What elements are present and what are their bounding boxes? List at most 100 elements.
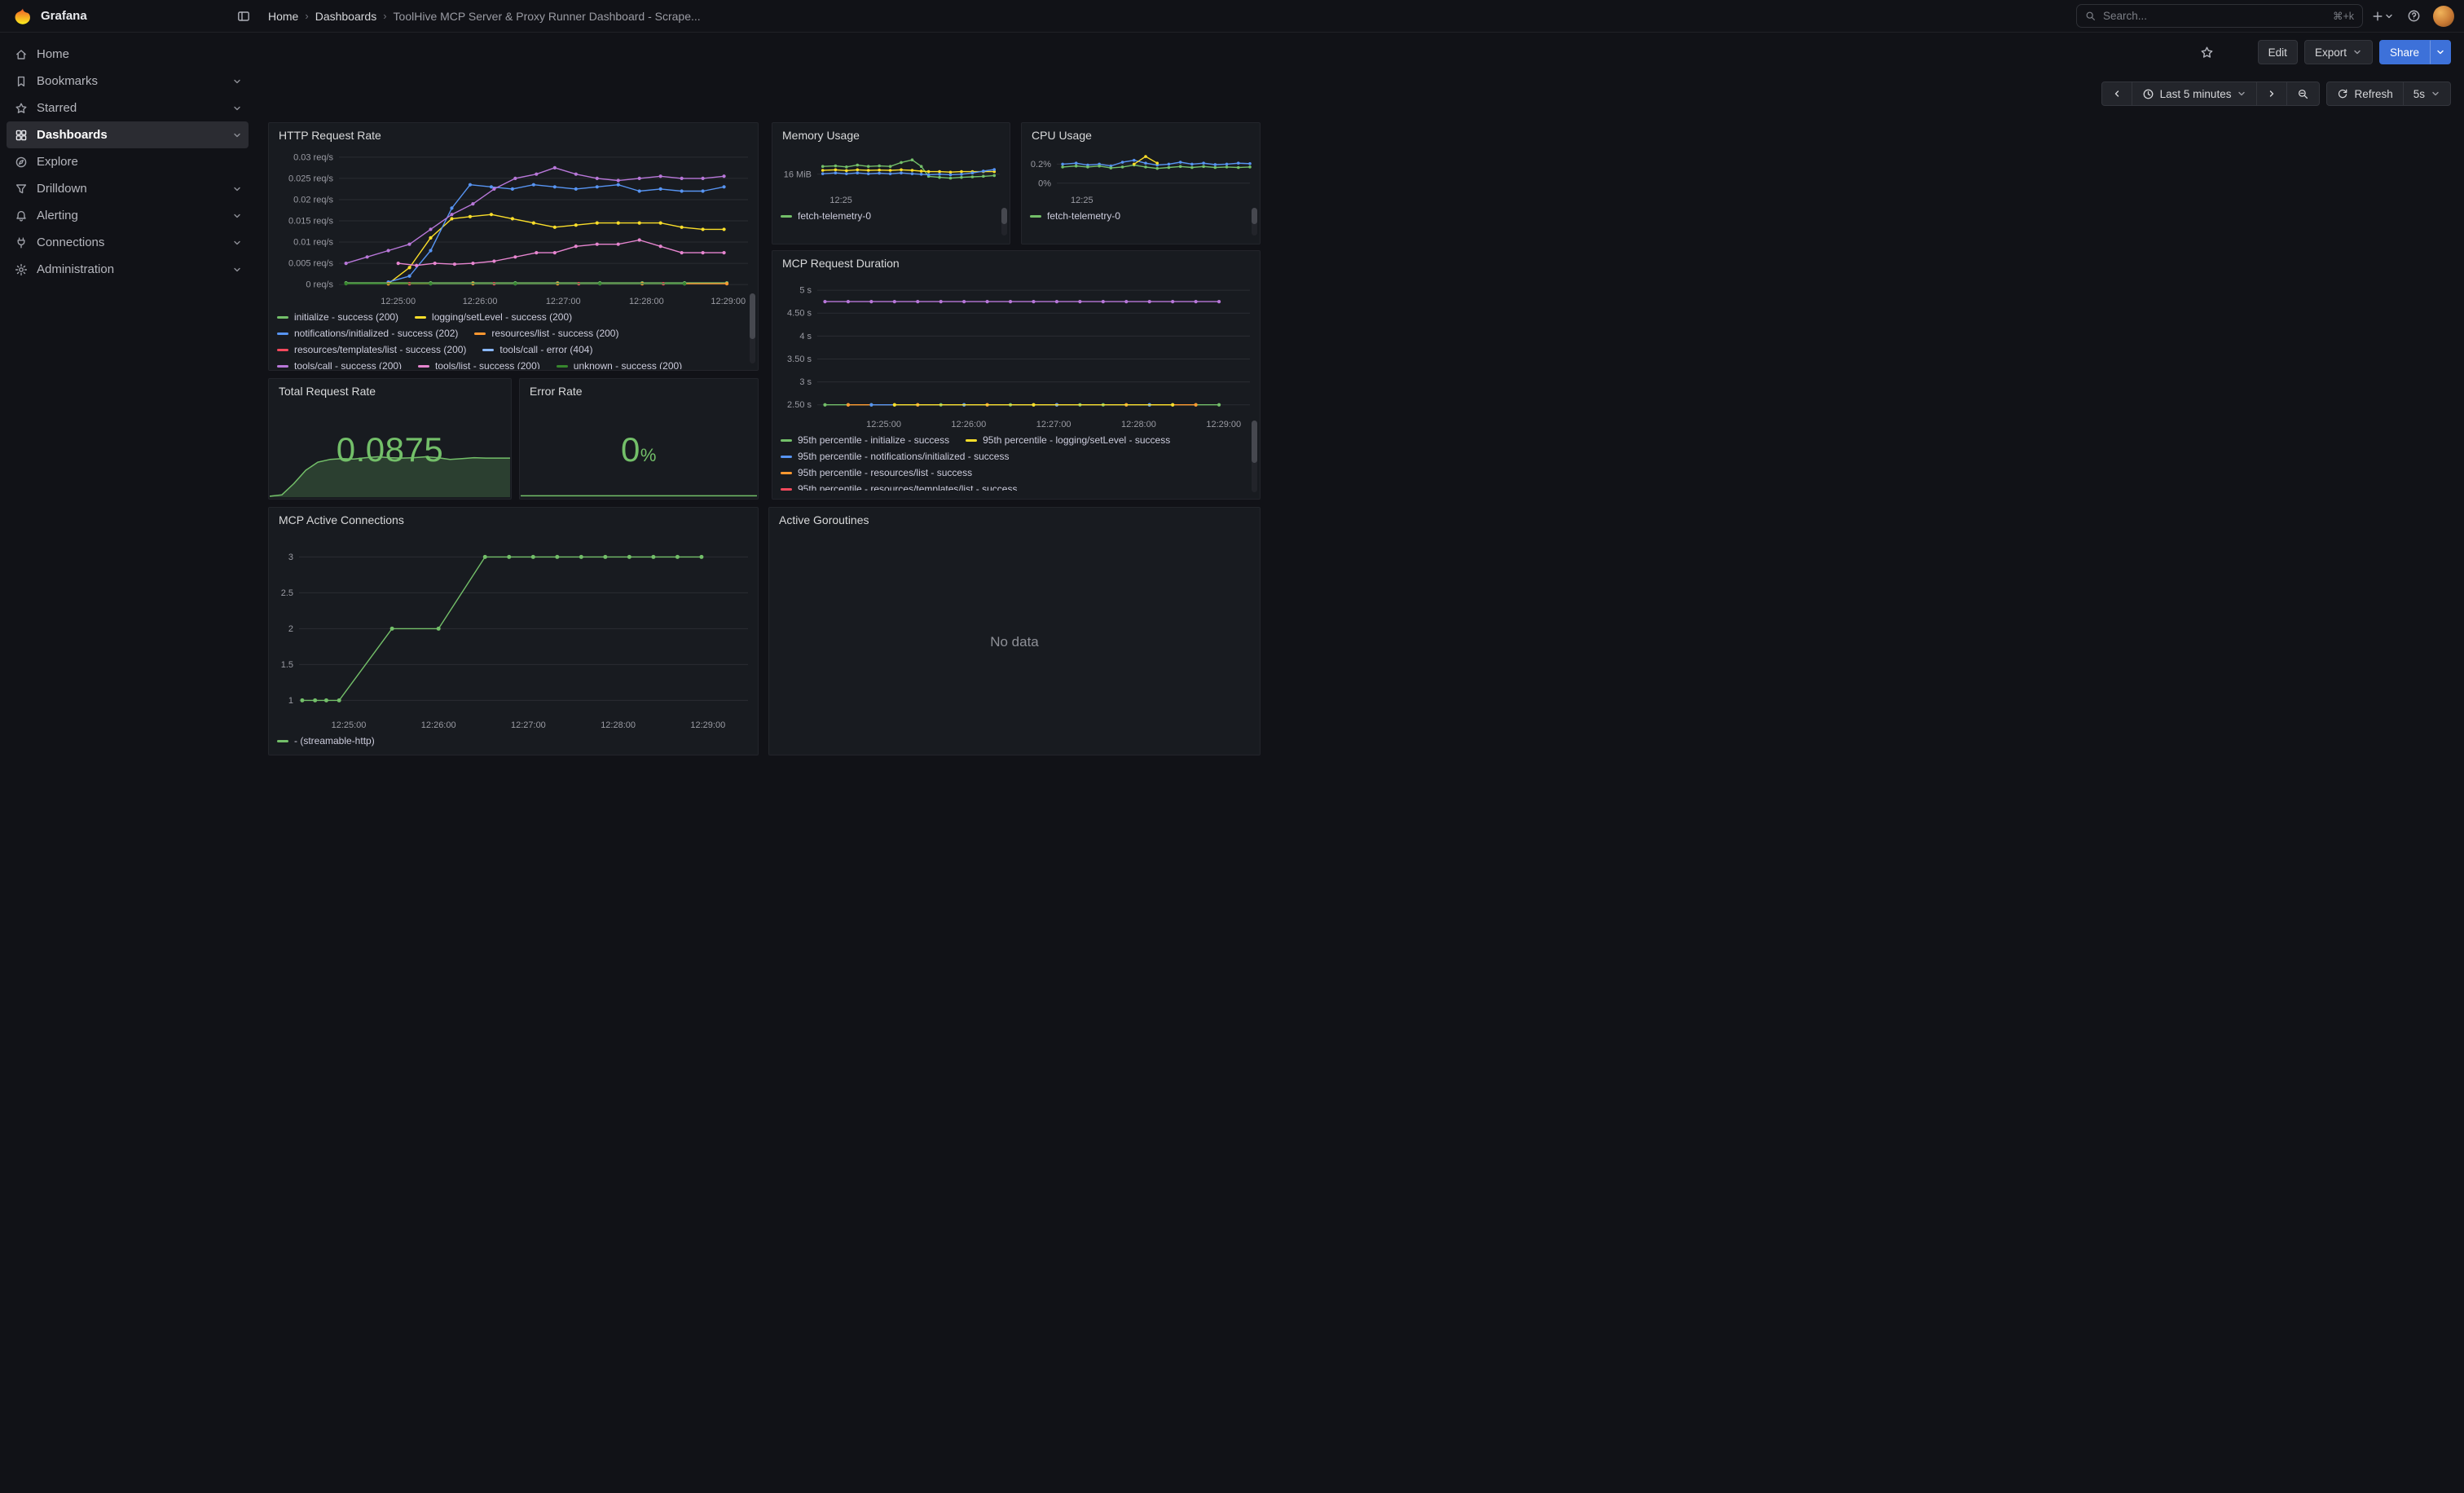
zoom-out-button[interactable] (2286, 81, 2320, 106)
svg-text:0%: 0% (1038, 178, 1051, 188)
help-button[interactable] (2402, 5, 2425, 28)
edit-button[interactable]: Edit (2258, 40, 2298, 64)
sidebar-item-connections[interactable]: Connections (7, 229, 249, 256)
sidebar-item-bookmarks[interactable]: Bookmarks (7, 68, 249, 95)
brand-name: Grafana (41, 9, 87, 23)
sidebar-item-label: Administration (37, 262, 114, 276)
legend-item[interactable]: initialize - success (200) (277, 311, 398, 323)
new-menu-button[interactable] (2371, 5, 2394, 28)
legend-item[interactable]: tools/list - success (200) (418, 360, 540, 369)
legend-scrollbar[interactable] (750, 293, 755, 363)
chevron-down-icon[interactable] (232, 184, 242, 194)
legend-series-marker (277, 333, 288, 335)
legend-item[interactable]: 95th percentile - resources/templates/li… (781, 483, 1017, 491)
mcp-active-connections-chart[interactable]: 11.522.5312:25:0012:26:0012:27:0012:28:0… (274, 531, 753, 731)
question-icon (2407, 9, 2421, 23)
legend-item[interactable]: 95th percentile - initialize - success (781, 434, 949, 446)
sidebar-item-label: Drilldown (37, 182, 87, 196)
sidebar-item-dashboards[interactable]: Dashboards (7, 121, 249, 148)
panel-title[interactable]: HTTP Request Rate (269, 123, 758, 146)
memory-usage-chart[interactable]: 16 MiB12:25 (777, 146, 1005, 206)
bookmark-icon (15, 75, 28, 88)
chevron-down-icon[interactable] (232, 103, 242, 113)
refresh-button[interactable]: Refresh (2326, 81, 2403, 106)
sidebar-item-administration[interactable]: Administration (7, 256, 249, 283)
legend-series-marker (1030, 215, 1041, 218)
chart-legend: fetch-telemetry-0 (1022, 206, 1260, 239)
refresh-interval-picker[interactable]: 5s (2403, 81, 2451, 106)
panel-title[interactable]: MCP Active Connections (269, 508, 758, 531)
home-icon (15, 48, 28, 61)
chevron-down-icon[interactable] (232, 77, 242, 86)
time-range-picker[interactable]: Last 5 minutes (2132, 81, 2258, 106)
panel-title[interactable]: Active Goroutines (769, 508, 1260, 531)
zoom-out-icon (2297, 88, 2309, 100)
legend-row: 95th percentile - resources/list - succe… (772, 465, 1260, 481)
star-icon (15, 102, 28, 115)
gear-icon (15, 263, 28, 276)
legend-scrollbar[interactable] (1252, 208, 1257, 236)
legend-scrollbar[interactable] (1001, 208, 1007, 236)
grafana-logo-icon[interactable] (13, 5, 33, 28)
svg-text:1.5: 1.5 (281, 660, 293, 670)
share-button[interactable]: Share (2379, 40, 2430, 64)
panel-title[interactable]: Total Request Rate (269, 379, 511, 402)
legend-series-label: initialize - success (200) (294, 311, 398, 323)
export-button[interactable]: Export (2304, 40, 2373, 64)
legend-row: fetch-telemetry-0 (772, 208, 1010, 224)
search-input[interactable]: Search... ⌘+k (2076, 4, 2363, 28)
sidebar-item-starred[interactable]: Starred (7, 95, 249, 121)
legend-item[interactable]: resources/templates/list - success (200) (277, 344, 466, 355)
legend-item[interactable]: tools/call - error (404) (482, 344, 592, 355)
legend-item[interactable]: notifications/initialized - success (202… (277, 328, 458, 339)
http-request-rate-chart[interactable]: 0 req/s0.005 req/s0.01 req/s0.015 req/s0… (274, 146, 753, 307)
panel-title[interactable]: Error Rate (520, 379, 758, 402)
panel-mcp-request-duration: MCP Request Duration 2.50 s3 s3.50 s4 s4… (772, 250, 1261, 500)
legend-series-marker (277, 349, 288, 351)
chevron-down-icon[interactable] (232, 265, 242, 275)
time-range-group: Last 5 minutes (2101, 81, 2321, 106)
chevron-down-icon[interactable] (232, 130, 242, 140)
legend-series-label: tools/list - success (200) (435, 360, 540, 369)
avatar[interactable] (2433, 6, 2454, 27)
breadcrumb-separator: › (305, 10, 308, 22)
svg-text:12:29:00: 12:29:00 (711, 297, 746, 306)
chevron-left-icon (2112, 89, 2122, 99)
breadcrumb-home[interactable]: Home (268, 10, 298, 23)
panel-title[interactable]: MCP Request Duration (772, 251, 1260, 274)
breadcrumb-dashboards[interactable]: Dashboards (315, 10, 377, 23)
plus-icon (2371, 10, 2384, 23)
legend-item[interactable]: fetch-telemetry-0 (1030, 210, 1120, 222)
legend-item[interactable]: 95th percentile - resources/list - succe… (781, 467, 972, 478)
time-forward-button[interactable] (2256, 81, 2287, 106)
sidebar-item-alerting[interactable]: Alerting (7, 202, 249, 229)
sidebar-item-label: Home (37, 47, 69, 61)
sidebar-item-explore[interactable]: Explore (7, 148, 249, 175)
panel-title[interactable]: CPU Usage (1022, 123, 1260, 146)
mcp-request-duration-chart[interactable]: 2.50 s3 s3.50 s4 s4.50 s5 s12:25:0012:26… (777, 274, 1255, 430)
panel-title[interactable]: Memory Usage (772, 123, 1010, 146)
legend-item[interactable]: unknown - success (200) (557, 360, 682, 369)
svg-text:12:26:00: 12:26:00 (463, 297, 498, 306)
legend-item[interactable]: 95th percentile - notifications/initiali… (781, 451, 1009, 462)
svg-text:0.02 req/s: 0.02 req/s (293, 195, 333, 205)
svg-text:12:25: 12:25 (829, 196, 852, 205)
dock-sidebar-icon[interactable] (232, 5, 255, 28)
legend-item[interactable]: resources/list - success (200) (474, 328, 618, 339)
star-dashboard-button[interactable] (2196, 41, 2219, 64)
chevron-down-icon[interactable] (232, 238, 242, 248)
sidebar-item-drilldown[interactable]: Drilldown (7, 175, 249, 202)
svg-text:12:25:00: 12:25:00 (381, 297, 416, 306)
cpu-usage-chart[interactable]: 0%0.2%12:25 (1027, 146, 1255, 206)
share-menu-button[interactable] (2430, 40, 2451, 64)
svg-text:0 req/s: 0 req/s (306, 280, 333, 290)
legend-item[interactable]: 95th percentile - logging/setLevel - suc… (966, 434, 1170, 446)
legend-item[interactable]: - (streamable-http) (277, 735, 375, 746)
sidebar-item-home[interactable]: Home (7, 41, 249, 68)
time-back-button[interactable] (2101, 81, 2132, 106)
legend-item[interactable]: tools/call - success (200) (277, 360, 402, 369)
legend-item[interactable]: logging/setLevel - success (200) (415, 311, 572, 323)
legend-scrollbar[interactable] (1252, 421, 1257, 492)
chevron-down-icon[interactable] (232, 211, 242, 221)
legend-item[interactable]: fetch-telemetry-0 (781, 210, 871, 222)
